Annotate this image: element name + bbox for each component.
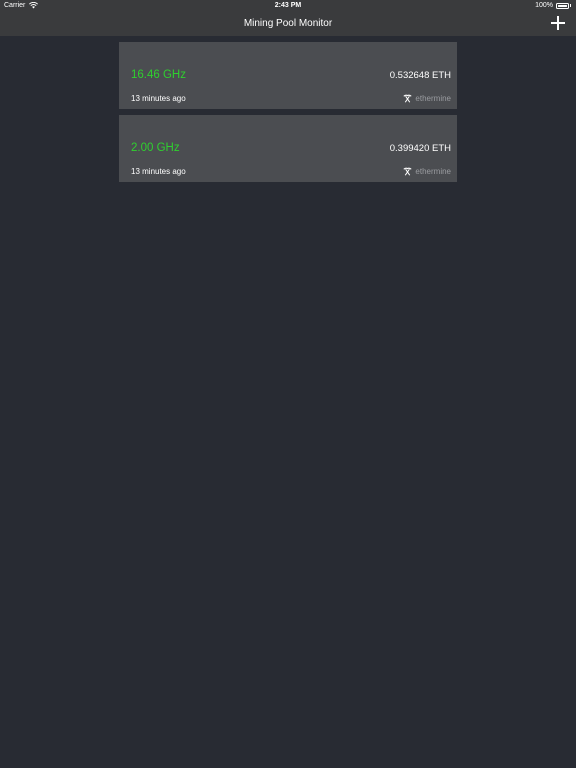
- pool-name: ethermine: [415, 167, 451, 176]
- updated-time: 13 minutes ago: [131, 167, 186, 176]
- pickaxe-icon: [403, 167, 413, 176]
- page-title: Mining Pool Monitor: [243, 18, 333, 29]
- hashrate-value: 16.46 GHz: [131, 69, 186, 81]
- battery-percent: 100%: [535, 2, 553, 9]
- pool-name: ethermine: [415, 94, 451, 103]
- hashrate-value: 2.00 GHz: [131, 142, 180, 154]
- pool-card[interactable]: 16.46 GHz 0.532648 ETH 13 minutes ago et…: [119, 42, 457, 109]
- pickaxe-icon: [403, 94, 413, 103]
- balance-value: 0.532648 ETH: [389, 70, 451, 81]
- pool-card[interactable]: 2.00 GHz 0.399420 ETH 13 minutes ago eth…: [119, 115, 457, 182]
- battery-fill: [558, 4, 567, 7]
- battery-icon: [556, 2, 569, 9]
- pool-list: 16.46 GHz 0.532648 ETH 13 minutes ago et…: [119, 42, 457, 188]
- add-pool-button[interactable]: [550, 15, 566, 31]
- navigation-bar: Mining Pool Monitor: [0, 12, 576, 36]
- battery-nub: [569, 4, 571, 7]
- updated-time: 13 minutes ago: [131, 94, 186, 103]
- balance-value: 0.399420 ETH: [389, 143, 451, 154]
- status-bar: Carrier 2:43 PM 100%: [0, 0, 576, 12]
- pool-label: ethermine: [403, 94, 451, 103]
- clock: 2:43 PM: [274, 2, 302, 9]
- pool-label: ethermine: [403, 167, 451, 176]
- battery-group: 100%: [535, 2, 571, 9]
